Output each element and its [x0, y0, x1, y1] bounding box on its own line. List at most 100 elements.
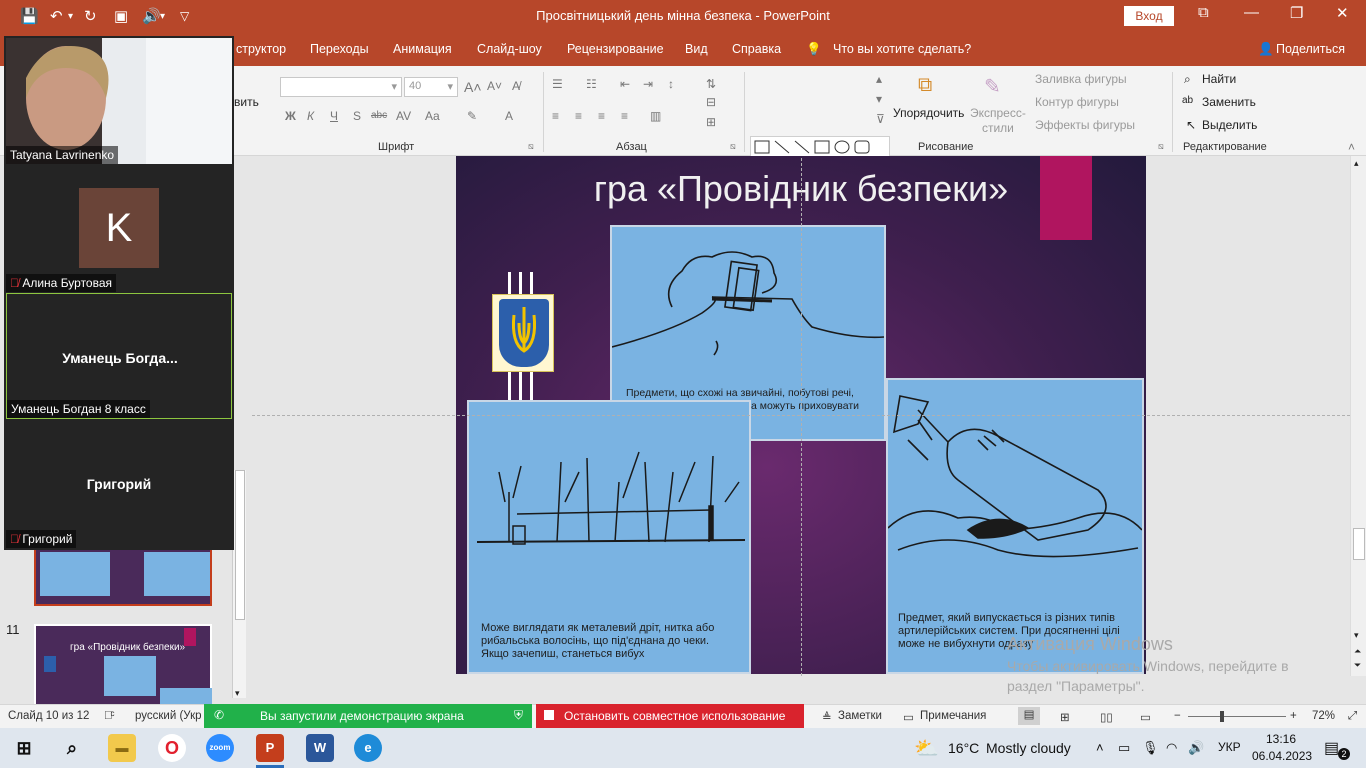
- notes-button[interactable]: Заметки: [838, 710, 882, 722]
- decrease-indent-icon[interactable]: ⇤: [620, 77, 630, 91]
- italic-button[interactable]: К: [307, 109, 314, 123]
- clear-format-icon[interactable]: A̸: [512, 79, 520, 93]
- slide-thumbnail-11[interactable]: гра «Провідник безпеки»: [34, 624, 212, 708]
- clipboard-label-partial[interactable]: вить: [234, 95, 259, 109]
- weather-desc[interactable]: Mostly cloudy: [986, 740, 1071, 756]
- align-right-icon[interactable]: ≡: [598, 109, 605, 123]
- gallery-down-icon[interactable]: ▾: [876, 92, 882, 106]
- ribbon-display-icon[interactable]: ⧉: [1198, 4, 1209, 21]
- shape-fill-button[interactable]: Заливка фигуры: [1035, 72, 1127, 86]
- increase-indent-icon[interactable]: ⇥: [643, 77, 653, 91]
- comments-button[interactable]: Примечания: [920, 710, 986, 722]
- slideshow-view-icon[interactable]: ▭: [1140, 710, 1151, 724]
- zoom-level[interactable]: 72%: [1312, 710, 1335, 722]
- smartart-icon[interactable]: ⊞: [706, 115, 716, 129]
- minimize-icon[interactable]: —: [1244, 4, 1259, 21]
- align-left-icon[interactable]: ≡: [552, 109, 559, 123]
- share-button[interactable]: Поделиться: [1276, 42, 1345, 56]
- word-icon[interactable]: W: [306, 734, 334, 762]
- weather-icon[interactable]: ⛅: [914, 736, 939, 761]
- slide-sorter-icon[interactable]: ⊞: [1060, 710, 1070, 724]
- font-family-combo[interactable]: ▾: [280, 77, 402, 97]
- tab-help[interactable]: Справка: [732, 42, 781, 56]
- change-case-button[interactable]: Aa: [425, 109, 440, 123]
- bullets-icon[interactable]: ☰: [552, 77, 563, 91]
- card-shell[interactable]: Предмет, який випускається із різних тип…: [886, 378, 1144, 674]
- clock-time[interactable]: 13:16: [1266, 732, 1296, 746]
- align-center-icon[interactable]: ≡: [575, 109, 582, 123]
- tab-design[interactable]: структор: [236, 42, 286, 56]
- keyboard-language[interactable]: УКР: [1218, 740, 1241, 754]
- underline-button[interactable]: Ч: [330, 109, 338, 123]
- clock-date[interactable]: 06.04.2023: [1252, 749, 1312, 763]
- powerpoint-icon[interactable]: P: [256, 734, 284, 762]
- collapse-ribbon-icon[interactable]: ˄: [1348, 140, 1355, 154]
- quick-styles-button[interactable]: Экспресс- стили: [970, 106, 1026, 136]
- char-spacing-button[interactable]: AV: [396, 109, 411, 123]
- numbering-icon[interactable]: ☷: [586, 77, 597, 91]
- dialog-launcher-icon[interactable]: ⧅: [1158, 141, 1164, 152]
- thumbnail-scrollbar[interactable]: ▾: [232, 470, 246, 698]
- gallery-more-icon[interactable]: ⊽: [876, 112, 885, 126]
- align-text-icon[interactable]: ⊟: [706, 95, 716, 109]
- gallery-up-icon[interactable]: ▴: [876, 72, 882, 86]
- file-explorer-icon[interactable]: ▬: [108, 734, 136, 762]
- scroll-up-icon[interactable]: ▴: [1354, 158, 1359, 169]
- chevron-up-icon[interactable]: ˄: [1096, 740, 1104, 755]
- find-button[interactable]: Найти: [1202, 72, 1236, 86]
- stop-share-button[interactable]: Остановить совместное использование: [536, 704, 804, 728]
- text-direction-icon[interactable]: ⇅: [706, 77, 716, 91]
- select-button[interactable]: Выделить: [1202, 118, 1257, 132]
- close-icon[interactable]: ✕: [1336, 4, 1349, 22]
- normal-view-icon[interactable]: ▤: [1018, 707, 1040, 725]
- tab-slideshow[interactable]: Слайд-шоу: [477, 42, 542, 56]
- card-left-text[interactable]: Може виглядати як металевий дріт, нитка …: [481, 622, 731, 661]
- zoom-app-icon[interactable]: zoom: [206, 734, 234, 762]
- fit-slide-icon[interactable]: ⤢: [1348, 710, 1357, 723]
- maximize-icon[interactable]: ❐: [1290, 4, 1303, 22]
- arrange-button[interactable]: Упорядочить: [893, 106, 964, 120]
- shape-effects-button[interactable]: Эффекты фигуры: [1035, 118, 1135, 132]
- speaker-icon[interactable]: 🔊: [1188, 740, 1204, 756]
- tab-transitions[interactable]: Переходы: [310, 42, 369, 56]
- dialog-launcher-icon[interactable]: ⧅: [730, 141, 736, 152]
- language-indicator[interactable]: русский (Укр: [135, 710, 202, 722]
- bold-button[interactable]: Ж: [285, 109, 296, 123]
- reading-view-icon[interactable]: ▯▯: [1100, 710, 1113, 724]
- justify-icon[interactable]: ≡: [621, 109, 628, 123]
- vertical-guide[interactable]: [801, 158, 802, 676]
- scroll-thumb[interactable]: [235, 470, 245, 620]
- replace-button[interactable]: Заменить: [1202, 95, 1256, 109]
- line-spacing-icon[interactable]: ↕: [668, 77, 674, 91]
- microphone-icon[interactable]: 🎙: [1142, 740, 1159, 756]
- notification-icon[interactable]: ▤: [1324, 738, 1339, 758]
- quick-styles-icon[interactable]: ✎: [984, 74, 1001, 99]
- zoom-out-icon[interactable]: −: [1174, 710, 1181, 722]
- participant-tile[interactable]: Григорий 🎙̸ Григорий: [6, 422, 232, 548]
- participant-tile[interactable]: K 🎙̸ Алина Буртовая: [6, 166, 232, 292]
- scroll-down-icon[interactable]: ▾: [235, 688, 240, 699]
- columns-icon[interactable]: ▥: [650, 109, 661, 123]
- font-size-combo[interactable]: 40 ▾: [404, 77, 458, 97]
- tab-view[interactable]: Вид: [685, 42, 708, 56]
- next-slide-icon[interactable]: ⏷: [1354, 660, 1361, 671]
- highlight-icon[interactable]: ✎: [467, 109, 477, 123]
- signin-button[interactable]: Вход: [1124, 6, 1174, 26]
- stop-share-label[interactable]: Остановить совместное использование: [564, 709, 785, 723]
- search-icon[interactable]: ⌕: [58, 734, 86, 762]
- grow-font-icon[interactable]: A˄: [464, 79, 482, 95]
- tab-animation[interactable]: Анимация: [393, 42, 452, 56]
- editor-scrollbar[interactable]: ▴ ▾ ⏶ ⏷: [1350, 156, 1366, 676]
- zoom-slider[interactable]: [1188, 711, 1286, 722]
- zoom-in-icon[interactable]: +: [1290, 710, 1297, 722]
- shadow-button[interactable]: S: [353, 109, 361, 123]
- scroll-down-icon[interactable]: ▾: [1354, 630, 1359, 641]
- card-tripwire[interactable]: Може виглядати як металевий дріт, нитка …: [467, 400, 751, 674]
- tab-review[interactable]: Рецензирование: [567, 42, 664, 56]
- strikethrough-button[interactable]: abc: [371, 110, 387, 121]
- prev-slide-icon[interactable]: ⏶: [1354, 646, 1361, 657]
- tell-me-search[interactable]: Что вы хотите сделать?: [833, 42, 971, 56]
- font-color-icon[interactable]: A: [505, 109, 513, 123]
- weather-temp[interactable]: 16°C: [948, 740, 979, 756]
- shape-outline-button[interactable]: Контур фигуры: [1035, 95, 1119, 109]
